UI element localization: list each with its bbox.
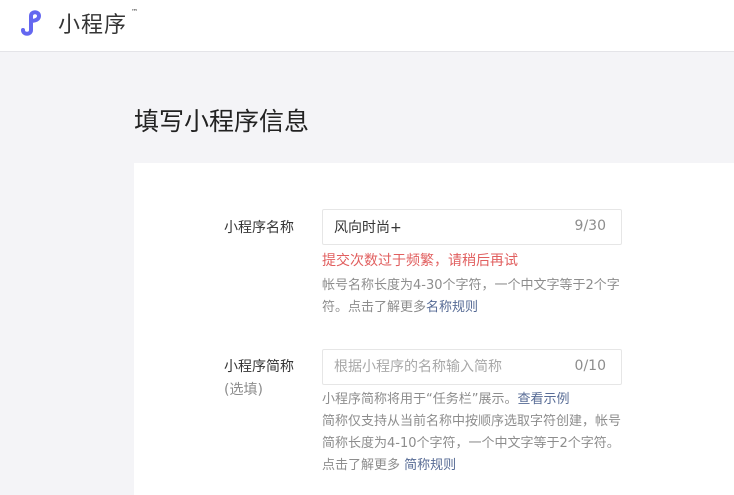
short-name-label: 小程序简称 (选填) xyxy=(224,357,294,400)
name-error-message: 提交次数过于频繁，请稍后再试 xyxy=(322,253,518,269)
mini-program-logo-icon xyxy=(21,10,42,36)
name-label-text: 小程序名称 xyxy=(224,220,294,236)
short-name-field[interactable]: 0/10 xyxy=(322,349,622,385)
optional-label: (选填) xyxy=(224,382,263,398)
name-tip: 帐号名称长度为4-30个字符，一个中文字等于2个字符。点击了解更多名称规则 xyxy=(322,275,622,319)
name-label: 小程序名称 xyxy=(224,218,294,238)
short-name-tip: 小程序简称将用于“任务栏”展示。查看示例 简称仅支持从当前名称中按顺序选取字符创… xyxy=(322,389,622,477)
short-name-counter: 0/10 xyxy=(574,358,606,374)
page-title: 填写小程序信息 xyxy=(134,107,310,136)
short-name-input[interactable] xyxy=(323,350,563,384)
short-name-rules-link[interactable]: 简称规则 xyxy=(404,458,456,473)
name-counter: 9/30 xyxy=(574,218,606,234)
brand-name[interactable]: 小程序 xyxy=(58,7,127,39)
name-field[interactable]: 9/30 xyxy=(322,209,622,245)
name-rules-link[interactable]: 名称规则 xyxy=(426,300,478,315)
top-bar: 小程序 ™ xyxy=(0,0,734,52)
short-name-tip-line1: 小程序简称将用于“任务栏”展示。 xyxy=(322,392,518,407)
trademark-mark: ™ xyxy=(131,8,138,16)
short-name-label-text: 小程序简称 xyxy=(224,359,294,375)
view-example-link[interactable]: 查看示例 xyxy=(517,392,569,407)
short-name-tip-line2: 简称仅支持从当前名称中按顺序选取字符创建，帐号简称长度为4-10个字符，一个中文… xyxy=(322,414,622,473)
name-input[interactable] xyxy=(323,210,563,244)
form-card: 小程序名称 9/30 提交次数过于频繁，请稍后再试 帐号名称长度为4-30个字符… xyxy=(134,163,734,495)
